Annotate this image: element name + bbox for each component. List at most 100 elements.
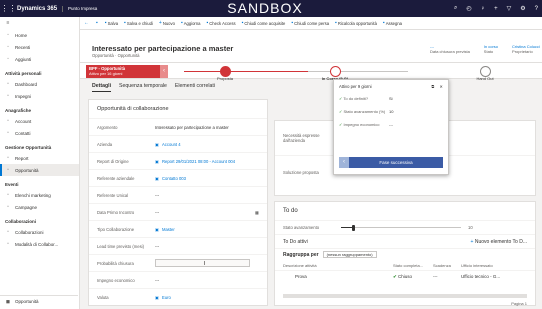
field-value[interactable]: --- bbox=[155, 278, 159, 283]
save-close-icon: ▪ bbox=[124, 20, 126, 26]
waffle-icon[interactable]: ⋮⋮ bbox=[0, 0, 17, 17]
header-field-label: Data chiusura prevista bbox=[430, 49, 470, 54]
todo-new-button[interactable]: + Nuovo elemento To D... bbox=[471, 239, 527, 245]
sidebar-item[interactable]: ◦ Aggiunti bbox=[0, 53, 79, 65]
command-label: Assegna bbox=[385, 20, 402, 26]
todo-stato-slider[interactable] bbox=[341, 224, 461, 231]
idea-icon[interactable]: ♀ bbox=[481, 6, 486, 12]
hamburger-icon[interactable]: ≡ bbox=[0, 17, 79, 29]
tab-sequenza[interactable]: Sequenza temporale bbox=[119, 83, 167, 92]
header-field-label: Stato bbox=[483, 49, 494, 54]
record-title: Interessato per partecipazione a master bbox=[92, 44, 234, 53]
field-value[interactable]: Report 29/01/2021 08:00 - Account 004 bbox=[162, 159, 235, 164]
todo-group-select[interactable]: (nessun raggruppamento) bbox=[322, 251, 377, 258]
next-stage-button[interactable]: Fase successiva bbox=[349, 157, 443, 168]
dock-icon[interactable]: ⧉ bbox=[431, 84, 434, 89]
todo-stato-label: Stato avanzamento bbox=[283, 225, 320, 230]
collaboration-section: Opportunità di collaborazione Argomento I… bbox=[88, 99, 268, 306]
settings-icon[interactable]: ⚙ bbox=[520, 5, 525, 12]
bpf-collapse-button[interactable]: ‹ bbox=[160, 65, 168, 78]
command-6[interactable]: ▪ Check Access bbox=[206, 20, 235, 26]
sidebar-group-title: Collaborazioni bbox=[5, 219, 37, 224]
calendar-icon[interactable]: ▦ bbox=[255, 210, 259, 215]
todo-attivi-view[interactable]: To Do attivi bbox=[283, 239, 308, 245]
field-value[interactable]: Contatto 003 bbox=[162, 176, 186, 181]
brand[interactable]: Dynamics 365 bbox=[17, 5, 64, 12]
field-value[interactable]: --- bbox=[155, 244, 159, 249]
probability-slider[interactable] bbox=[155, 259, 250, 267]
sidebar-item[interactable]: ▫ Dashboard bbox=[0, 78, 79, 90]
sidebar-item[interactable]: ▫ Elenchi marketing bbox=[0, 189, 79, 201]
tab-dettagli[interactable]: Dettagli bbox=[92, 83, 112, 92]
sidebar-item[interactable]: ▫ Contatti bbox=[0, 127, 79, 139]
command-0[interactable]: ← bbox=[84, 20, 90, 26]
link-icon: ▣ bbox=[155, 226, 159, 232]
todo-grid-header: Descrizione attività Stato completa... S… bbox=[275, 260, 535, 270]
pin-icon: ◦ bbox=[7, 56, 9, 62]
bpf-status: Attivo per 16 giorni bbox=[89, 71, 123, 76]
cell-scadenza: --- bbox=[433, 274, 438, 279]
flyout-value[interactable]: 10 bbox=[389, 109, 393, 114]
flyout-value[interactable]: --- bbox=[389, 122, 393, 127]
command-7[interactable]: ▪ Chiudi come acquisite bbox=[242, 20, 286, 26]
field-value[interactable]: Account 4 bbox=[162, 142, 181, 147]
sidebar-item[interactable]: ◦ Recenti bbox=[0, 41, 79, 53]
bpf-flag[interactable]: BPF - Opportunità Attivo per 16 giorni bbox=[86, 65, 161, 78]
col-header[interactable]: Stato completa... bbox=[393, 263, 433, 268]
app-name[interactable]: Punto Impresa bbox=[63, 6, 97, 11]
sidebar-item[interactable]: ▫ Modalità di Collabor... bbox=[0, 238, 79, 250]
sidebar-item-label: Campagne bbox=[15, 204, 38, 210]
command-8[interactable]: ▪ Chiudi come persa bbox=[291, 20, 329, 26]
command-label: Chiudi come persa bbox=[294, 20, 330, 26]
todo-group-row: Raggruppa per (nessun raggruppamento) bbox=[275, 248, 535, 260]
help-icon[interactable]: ? bbox=[535, 6, 538, 12]
flyout-value[interactable]: Si bbox=[389, 96, 393, 101]
record-header: Interessato per partecipazione a master … bbox=[80, 30, 542, 62]
command-1[interactable]: ▪ bbox=[96, 20, 99, 26]
command-9[interactable]: ▪ Ricalcola opportunità bbox=[335, 20, 377, 26]
field-label: Azienda bbox=[97, 141, 113, 147]
report-icon: ▫ bbox=[7, 155, 9, 161]
command-5[interactable]: ▪ Aggiorna bbox=[181, 20, 201, 26]
command-3[interactable]: ▪ Salva e chiudi bbox=[124, 20, 153, 26]
sidebar-item[interactable]: ▫ Collaborazioni bbox=[0, 226, 79, 238]
stage-handout-label[interactable]: Hand Out bbox=[450, 76, 520, 81]
sidebar-item-label: Report bbox=[15, 155, 29, 161]
sidebar-item[interactable]: ▫ Opportunità bbox=[0, 164, 79, 176]
col-header[interactable]: Descrizione attività bbox=[283, 263, 393, 268]
field-value[interactable]: Master bbox=[162, 227, 175, 232]
prev-stage-button[interactable]: ‹ bbox=[339, 157, 349, 168]
tab-elementi[interactable]: Elementi correlati bbox=[175, 83, 215, 92]
form-row: Data Primo Incontro --- ▦ bbox=[89, 203, 267, 220]
sidebar-item[interactable]: ▫ Impegni bbox=[0, 90, 79, 102]
command-2[interactable]: ▪ Salva bbox=[105, 20, 118, 26]
area-switcher[interactable]: ◼ Opportunità bbox=[0, 295, 78, 307]
table-row[interactable]: Prova ✔ Chiuso --- Ufficio tecnico - G..… bbox=[275, 270, 535, 282]
field-value[interactable]: --- bbox=[155, 193, 159, 198]
col-header[interactable]: Ufficio interessato bbox=[461, 263, 527, 268]
field-label: Referente aziendale bbox=[97, 175, 135, 181]
field-value[interactable]: Interessato per partecipazione a master bbox=[155, 125, 229, 130]
sidebar-item[interactable]: ▫ Report bbox=[0, 152, 79, 164]
flyout-label: ✓ Impegno economico bbox=[339, 122, 380, 127]
sidebar-item[interactable]: ◦ Home bbox=[0, 29, 79, 41]
sidebar-item[interactable]: ▫ Account bbox=[0, 115, 79, 127]
search-icon[interactable]: ⌕ bbox=[454, 5, 457, 12]
grid-pager[interactable]: Pagina 1 bbox=[275, 298, 535, 309]
field-value[interactable]: --- bbox=[155, 210, 159, 215]
filter-icon[interactable]: ▽ bbox=[507, 5, 512, 12]
area-icon: ◼ bbox=[5, 298, 11, 305]
link-icon: ▣ bbox=[155, 158, 159, 164]
col-header[interactable]: Scadenza bbox=[433, 263, 461, 268]
record-subtitle: Opportunità · Opportunità bbox=[92, 53, 140, 58]
close-icon[interactable]: ✕ bbox=[439, 84, 443, 89]
command-4[interactable]: + Nuovo bbox=[159, 20, 175, 26]
stage-proposta-label[interactable]: Proposta bbox=[190, 76, 260, 81]
link-icon: ▣ bbox=[155, 141, 159, 147]
command-10[interactable]: ▪ Assegna bbox=[383, 20, 402, 26]
task-icon[interactable]: ◴ bbox=[466, 5, 471, 12]
sidebar-item[interactable]: ▫ Campagne bbox=[0, 201, 79, 213]
add-icon[interactable]: + bbox=[494, 6, 498, 12]
clock-icon: ◦ bbox=[7, 44, 9, 50]
field-value[interactable]: Euro bbox=[162, 295, 171, 300]
